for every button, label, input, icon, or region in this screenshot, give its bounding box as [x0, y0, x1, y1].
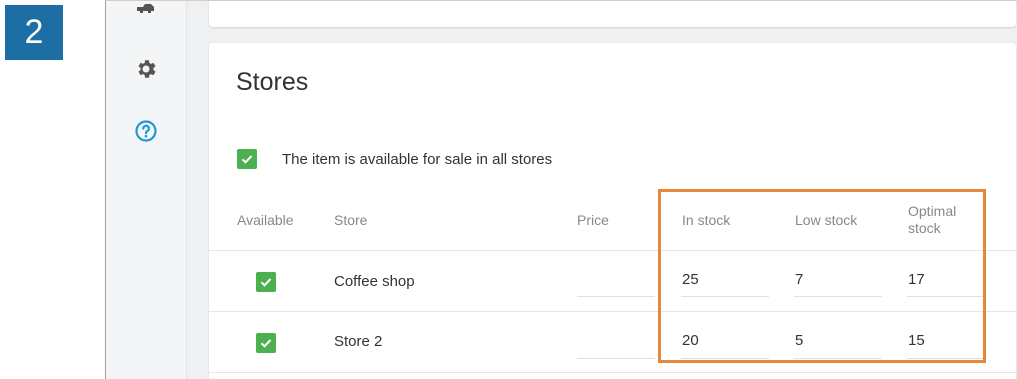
in-stock-input[interactable]: 20 — [681, 332, 769, 359]
available-all-label: The item is available for sale in all st… — [282, 151, 553, 168]
tools-icon[interactable] — [134, 1, 158, 21]
store-name: Store 2 — [334, 333, 383, 350]
row-divider — [209, 372, 1016, 373]
col-low-stock: Low stock — [795, 212, 858, 228]
col-price: Price — [577, 212, 609, 228]
gear-icon[interactable] — [134, 57, 158, 81]
sidebar — [106, 1, 187, 379]
price-input[interactable] — [577, 276, 655, 297]
optimal-stock-input[interactable]: 15 — [907, 332, 985, 359]
col-available: Available — [237, 212, 294, 228]
stores-card: Stores The item is available for sale in… — [209, 43, 1016, 379]
col-in-stock: In stock — [682, 212, 731, 228]
previous-card — [209, 1, 1016, 27]
in-stock-input[interactable]: 25 — [681, 271, 769, 297]
store-name: Coffee shop — [334, 273, 415, 290]
available-all-checkbox[interactable] — [237, 149, 257, 169]
row-available-checkbox[interactable] — [256, 272, 276, 292]
price-input[interactable] — [577, 338, 655, 359]
stores-title: Stores — [236, 68, 309, 96]
app-window: Stores The item is available for sale in… — [105, 0, 1017, 379]
col-optimal-stock: Optimal stock — [908, 203, 957, 236]
optimal-stock-input[interactable]: 17 — [907, 271, 985, 297]
step-number-badge: 2 — [5, 5, 63, 60]
row-available-checkbox[interactable] — [256, 333, 276, 353]
col-store: Store — [334, 212, 368, 228]
header-divider — [209, 250, 1016, 251]
low-stock-input[interactable]: 7 — [794, 271, 882, 297]
row-divider — [209, 311, 1016, 312]
help-icon[interactable] — [134, 119, 158, 143]
low-stock-input[interactable]: 5 — [794, 332, 882, 359]
